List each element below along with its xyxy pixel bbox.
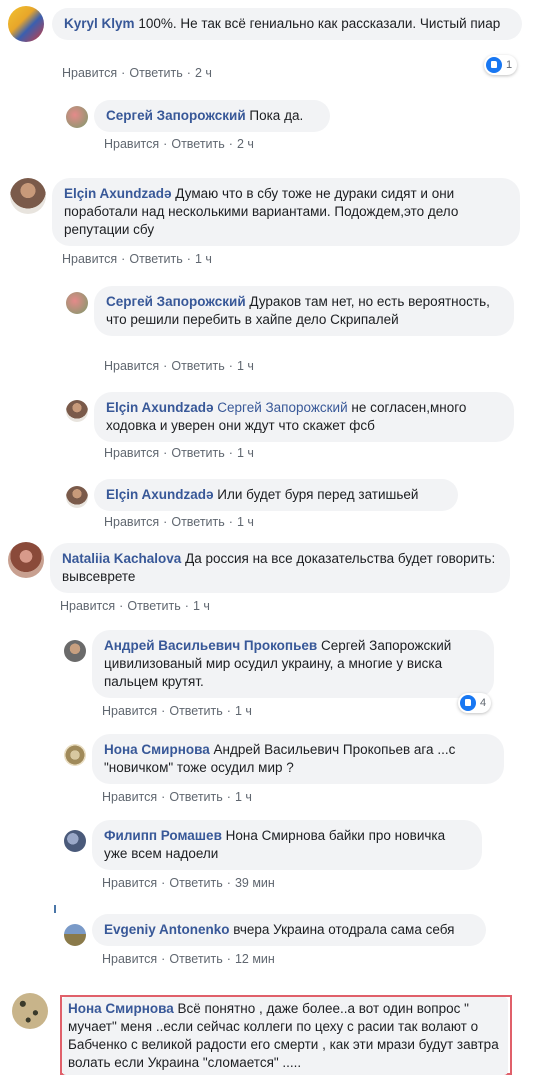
comment-actions: Нравится · Ответить · 1 ч [102, 790, 252, 804]
avatar[interactable] [66, 106, 88, 128]
comment-actions: Нравится · Ответить · 12 мин [102, 952, 275, 966]
avatar[interactable] [10, 178, 46, 214]
avatar[interactable] [66, 486, 88, 508]
like-button[interactable]: Нравится [60, 599, 115, 613]
like-button[interactable]: Нравится [104, 446, 159, 460]
like-button[interactable]: Нравится [102, 704, 157, 718]
comment-author[interactable]: Elçin Axundzadə [106, 400, 214, 415]
comment-text: Или будет буря перед затишьей [217, 487, 419, 502]
reply-button[interactable]: Ответить [129, 252, 182, 266]
comment-bubble: Андрей Васильевич Прокопьев Сергей Запор… [92, 630, 494, 698]
comment-actions: Нравится · Ответить · 1 ч [102, 704, 252, 718]
timestamp[interactable]: 2 ч [237, 137, 254, 151]
timestamp[interactable]: 1 ч [195, 252, 212, 266]
comment-bubble: Нона Смирнова Андрей Васильевич Прокопье… [92, 734, 504, 784]
avatar[interactable] [66, 400, 88, 422]
comment-bubble: Elçin Axundzadə Или будет буря перед зат… [94, 479, 458, 511]
thread-marker [54, 905, 56, 913]
like-button[interactable]: Нравится [104, 137, 159, 151]
comment-author[interactable]: Филипп Ромашев [104, 828, 222, 843]
avatar[interactable] [64, 640, 86, 662]
like-button[interactable]: Нравится [102, 790, 157, 804]
comment-bubble: Филипп Ромашев Нона Смирнова байки про н… [92, 820, 482, 870]
timestamp[interactable]: 1 ч [235, 790, 252, 804]
reply-button[interactable]: Ответить [169, 704, 222, 718]
timestamp[interactable]: 2 ч [195, 66, 212, 80]
reply-button[interactable]: Ответить [171, 446, 224, 460]
timestamp[interactable]: 1 ч [235, 704, 252, 718]
avatar[interactable] [64, 830, 86, 852]
reaction-count[interactable]: 1 [484, 55, 518, 75]
comment-bubble: Сергей Запорожский Пока да. [94, 100, 330, 132]
reply-button[interactable]: Ответить [169, 790, 222, 804]
reply-button[interactable]: Ответить [169, 952, 222, 966]
like-icon [460, 695, 476, 711]
comment-actions: Нравится · Ответить · 2 ч [104, 137, 254, 151]
reaction-count[interactable]: 4 [458, 693, 492, 713]
reply-button[interactable]: Ответить [127, 599, 180, 613]
like-button[interactable]: Нравится [102, 876, 157, 890]
comment-author[interactable]: Нона Смирнова [68, 1001, 174, 1016]
reply-button[interactable]: Ответить [129, 66, 182, 80]
avatar[interactable] [64, 924, 86, 946]
comment-bubble: Evgeniy Antonenko вчера Украина отодрала… [92, 914, 486, 946]
comment-bubble: Elçin Axundzadə Сергей Запорожский не со… [94, 392, 514, 442]
mention-link[interactable]: Сергей Запорожский [217, 400, 347, 415]
timestamp[interactable]: 1 ч [193, 599, 210, 613]
timestamp[interactable]: 1 ч [237, 446, 254, 460]
comment-bubble: Nataliia Kachalova Да россия на все дока… [50, 543, 510, 593]
comment-bubble: Нона Смирнова Всё понятно , даже более..… [62, 997, 508, 1075]
comment-author[interactable]: Evgeniy Antonenko [104, 922, 230, 937]
comment-bubble: Сергей Запорожский Дураков там нет, но е… [94, 286, 514, 336]
timestamp[interactable]: 1 ч [237, 359, 254, 373]
avatar[interactable] [66, 292, 88, 314]
comment-bubble: Kyryl Klym 100%. Не так всё гениально ка… [52, 8, 522, 40]
comment-actions: Нравится · Ответить · 1 ч [60, 599, 210, 613]
comment-text: 100%. Не так всё гениально как рассказал… [138, 16, 501, 31]
like-icon [486, 57, 502, 73]
avatar[interactable] [12, 993, 48, 1029]
like-button[interactable]: Нравится [62, 66, 117, 80]
reply-button[interactable]: Ответить [171, 515, 224, 529]
comment-bubble: Elçin Axundzadə Думаю что в сбу тоже не … [52, 178, 520, 246]
reply-button[interactable]: Ответить [169, 876, 222, 890]
comment-author[interactable]: Elçin Axundzadə [64, 186, 172, 201]
like-button[interactable]: Нравится [62, 252, 117, 266]
comment-actions: Нравится · Ответить · 39 мин [102, 876, 275, 890]
comment-text: вчера Украина отодрала сама себя [233, 922, 455, 937]
reply-button[interactable]: Ответить [171, 359, 224, 373]
like-button[interactable]: Нравится [104, 359, 159, 373]
timestamp[interactable]: 39 мин [235, 876, 275, 890]
comment-actions: Нравится · Ответить · 1 ч [104, 359, 254, 373]
comment-author[interactable]: Kyryl Klym [64, 16, 135, 31]
reply-button[interactable]: Ответить [171, 137, 224, 151]
like-button[interactable]: Нравится [104, 515, 159, 529]
comment-actions: Нравится · Ответить · 2 ч [62, 66, 212, 80]
comment-author[interactable]: Nataliia Kachalova [62, 551, 181, 566]
comment-actions: Нравится · Ответить · 1 ч [62, 252, 212, 266]
comment-author[interactable]: Андрей Васильевич Прокопьев [104, 638, 317, 653]
avatar[interactable] [64, 744, 86, 766]
timestamp[interactable]: 1 ч [237, 515, 254, 529]
avatar[interactable] [8, 6, 44, 42]
comment-text: Пока да. [249, 108, 304, 123]
comment-author[interactable]: Сергей Запорожский [106, 108, 246, 123]
comment-actions: Нравится · Ответить · 1 ч [104, 515, 254, 529]
avatar[interactable] [8, 542, 44, 578]
like-button[interactable]: Нравится [102, 952, 157, 966]
timestamp[interactable]: 12 мин [235, 952, 275, 966]
comment-author[interactable]: Сергей Запорожский [106, 294, 246, 309]
comment-actions: Нравится · Ответить · 1 ч [104, 446, 254, 460]
comment-author[interactable]: Нона Смирнова [104, 742, 210, 757]
comment-author[interactable]: Elçin Axundzadə [106, 487, 214, 502]
